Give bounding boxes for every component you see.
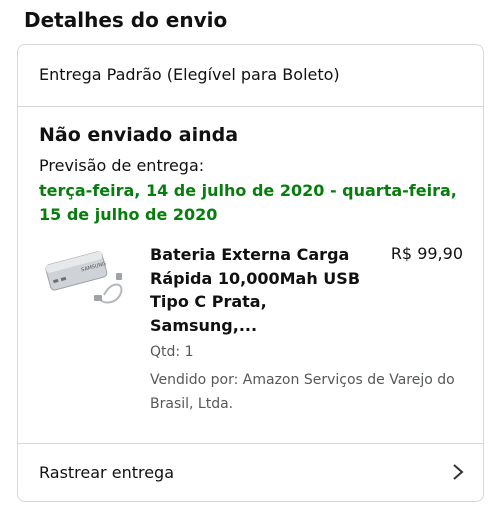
shipment-status: Não enviado ainda <box>39 124 239 146</box>
product-seller: Vendido por: Amazon Serviços de Varejo d… <box>150 372 455 412</box>
shipping-method-row: Entrega Padrão (Elegível para Boleto) <box>18 45 483 107</box>
track-shipment-row[interactable]: Rastrear entrega <box>18 443 483 501</box>
product-image[interactable]: SAMSUNG <box>42 243 132 311</box>
chevron-right-icon <box>453 464 464 480</box>
delivery-estimate-label: Previsão de entrega: <box>39 156 205 175</box>
track-shipment-label: Rastrear entrega <box>39 463 175 482</box>
product-title[interactable]: Bateria Externa Carga Rápida 10,000Mah U… <box>150 243 372 337</box>
product-price: R$ 99,90 <box>390 244 463 263</box>
shipment-card: Entrega Padrão (Elegível para Boleto) Nã… <box>17 44 484 502</box>
shipping-method: Entrega Padrão (Elegível para Boleto) <box>39 65 340 84</box>
product-quantity: Qtd: 1 <box>150 344 194 360</box>
delivery-estimate-dates: terça-feira, 14 de julho de 2020 - quart… <box>39 181 457 224</box>
section-title: Detalhes do envio <box>24 8 228 32</box>
